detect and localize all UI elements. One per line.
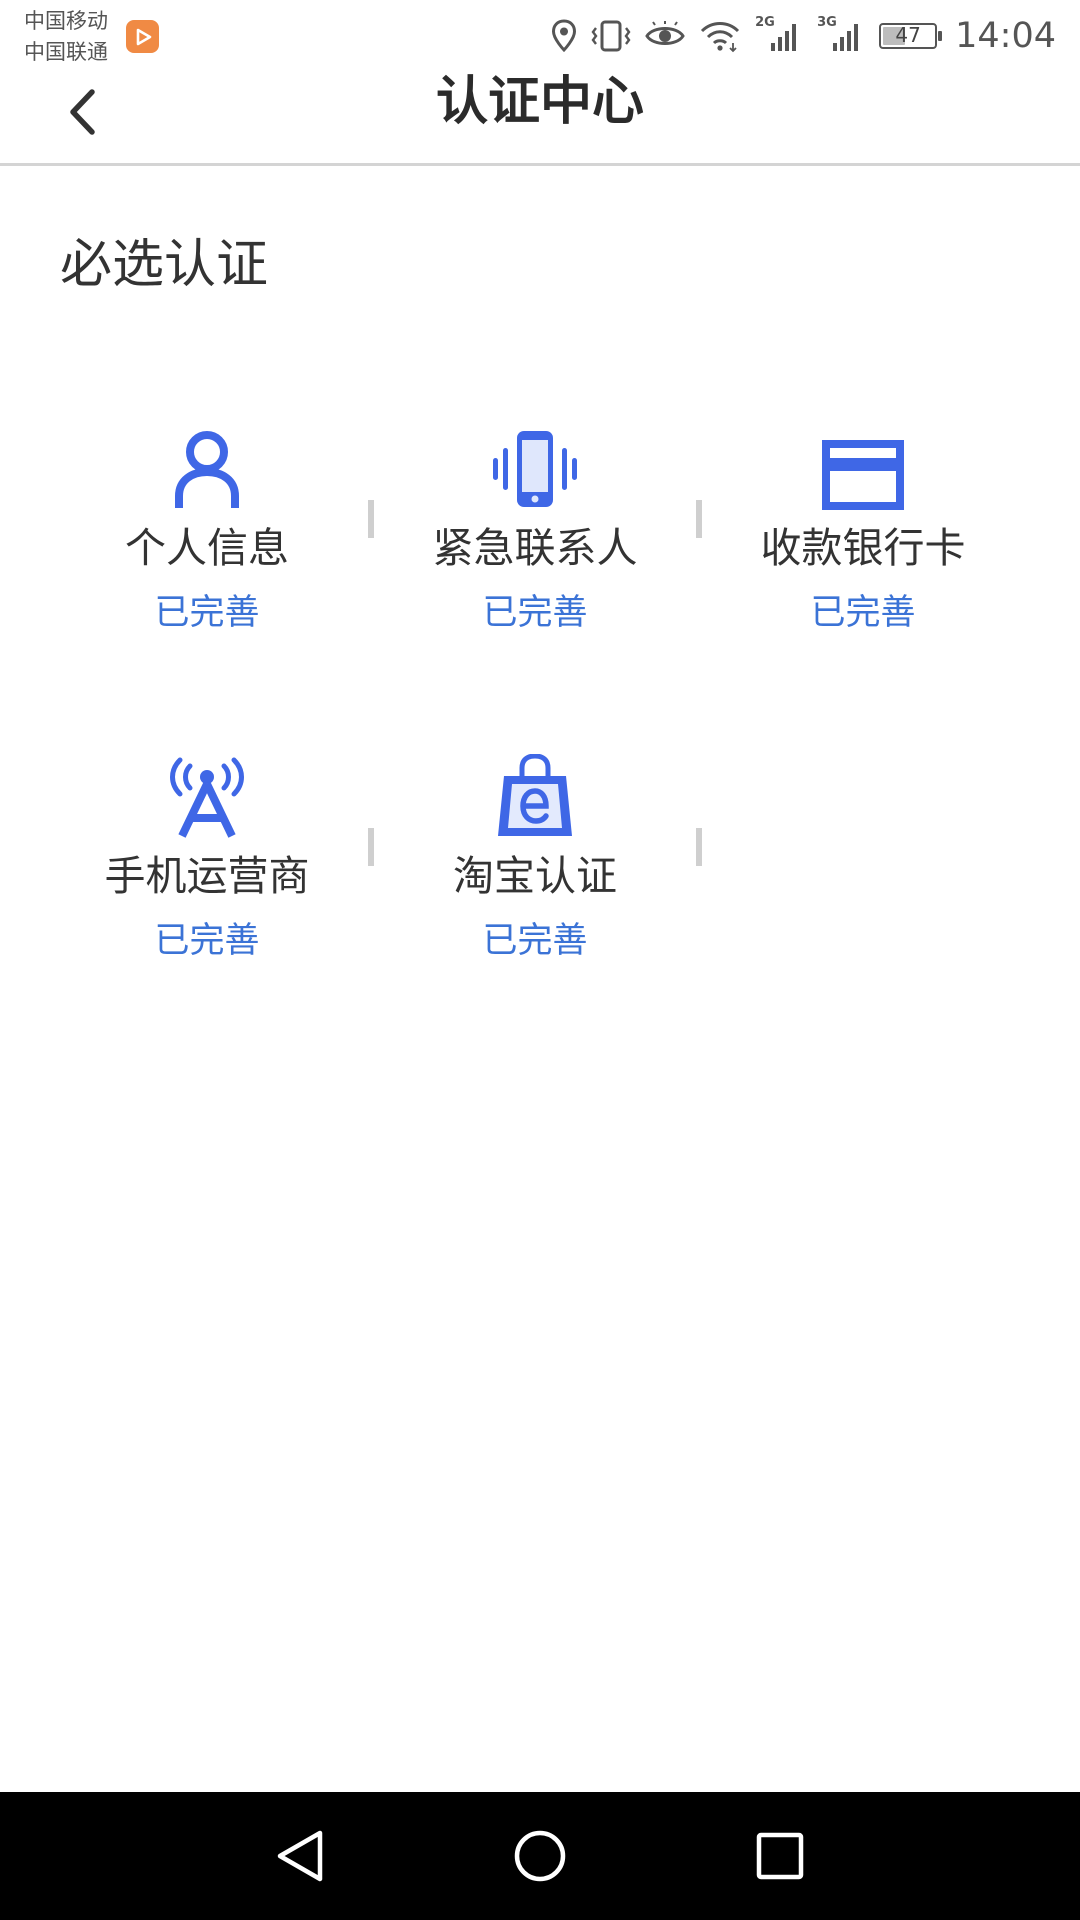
cert-item-bank-card[interactable]: 收款银行卡 已完善 (699, 386, 1027, 714)
carrier-name-1: 中国移动 (24, 9, 108, 33)
cert-status: 已完善 (154, 593, 260, 633)
circle-home-icon (514, 1830, 566, 1882)
clock: 14:04 (955, 16, 1056, 56)
nav-back-button[interactable] (268, 1826, 332, 1886)
square-recents-icon (756, 1832, 804, 1880)
cert-item-emergency-contact[interactable]: 紧急联系人 已完善 (371, 386, 702, 714)
video-app-icon (126, 20, 159, 53)
cert-item-mobile-operator[interactable]: 手机运营商 已完善 (43, 714, 374, 1042)
battery-icon: 47 (879, 23, 943, 49)
cert-name: 淘宝认证 (453, 852, 617, 900)
cert-status: 已完善 (154, 921, 260, 961)
signal-3g-icon: 3G (817, 15, 865, 53)
bank-card-icon (822, 410, 904, 510)
nav-recents-button[interactable] (748, 1826, 812, 1886)
cert-status: 已完善 (482, 593, 588, 633)
certification-grid: 个人信息 已完善 紧急联系人 已完善 收款银行卡 已完善 手机运营商 已完善 淘… (43, 386, 1027, 1042)
signal-tower-icon (168, 738, 246, 838)
cert-name: 收款银行卡 (760, 524, 966, 572)
wifi-icon (701, 22, 740, 53)
cert-item-personal-info[interactable]: 个人信息 已完善 (43, 386, 374, 714)
cert-status: 已完善 (482, 921, 588, 961)
cert-item-taobao[interactable]: 淘宝认证 已完善 (371, 714, 702, 1042)
triangle-back-icon (277, 1830, 323, 1882)
nav-home-button[interactable] (508, 1826, 572, 1886)
header: 认证中心 (0, 62, 1080, 166)
person-icon (174, 410, 240, 510)
section-title: 必选认证 (60, 235, 269, 295)
shopping-bag-icon (496, 738, 574, 838)
cert-name: 紧急联系人 (432, 524, 638, 572)
page-title: 认证中心 (435, 72, 644, 132)
vibrate-icon (591, 20, 631, 52)
vibrating-phone-icon (489, 410, 581, 510)
cert-status: 已完善 (810, 593, 916, 633)
battery-level: 47 (895, 23, 921, 47)
status-icons: 2G 3G 47 14:04 (551, 12, 1056, 60)
eye-icon (645, 21, 685, 45)
location-icon (552, 19, 577, 53)
divider (696, 828, 702, 866)
cert-name: 手机运营商 (104, 852, 310, 900)
cert-name: 个人信息 (125, 524, 289, 572)
carrier-info: 中国移动 中国联通 (24, 6, 108, 68)
signal-2g-icon: 2G (755, 15, 803, 53)
navigation-bar (0, 1792, 1080, 1920)
